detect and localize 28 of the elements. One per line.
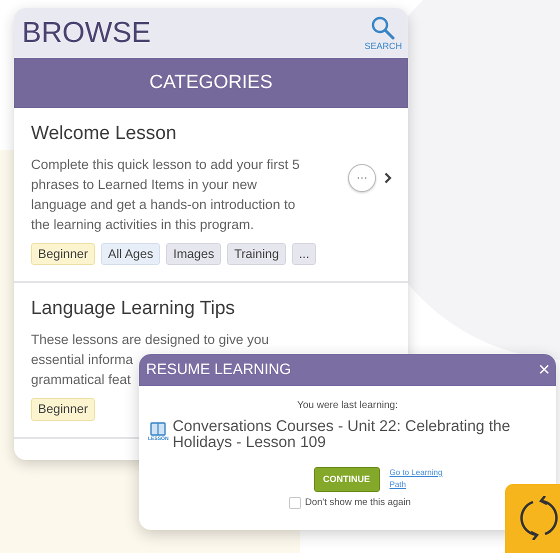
search-button[interactable]: SEARCH <box>364 16 402 50</box>
tag: All Ages <box>101 242 160 266</box>
tag: Beginner <box>31 398 96 420</box>
close-button[interactable]: × <box>538 360 550 380</box>
tag: Beginner <box>31 242 96 266</box>
lesson-title: Language Learning Tips <box>31 297 236 322</box>
more-button[interactable]: ··· <box>348 164 376 192</box>
tag: Images <box>166 242 222 266</box>
learning-path-link[interactable]: Go to Learning Path <box>390 467 452 491</box>
intro-text: You were last learning: <box>296 399 399 413</box>
continue-button[interactable]: CONTINUE <box>314 467 380 492</box>
description-line: grammatical feat <box>31 370 131 389</box>
chevron-right-icon[interactable] <box>384 172 392 184</box>
dont-show-checkbox[interactable]: Don't show me this again <box>289 496 411 510</box>
lesson-name: Conversations Courses - Unit 22: Celebrating the Holidays - Lesson 109 <box>172 419 512 451</box>
dialog-title: RESUME LEARNING <box>146 360 292 380</box>
search-icon <box>371 16 396 40</box>
tag: ... <box>292 242 316 266</box>
description-line: phrases to Learned Items in your new <box>31 176 257 194</box>
categories-tab[interactable]: CATEGORIES <box>14 58 408 108</box>
description-line: the learning activities in this program. <box>31 216 254 234</box>
description-line: language and get a hands-on introduction to <box>31 196 296 214</box>
tag: Training <box>227 242 286 266</box>
description-line: essential informa <box>31 350 134 369</box>
description-line: These lessons are designed to give you <box>31 330 269 349</box>
page-title: BROWSE <box>22 18 151 48</box>
description-line: Complete this quick lesson to add your first 5 <box>31 156 300 174</box>
lesson-title: Welcome Lesson <box>31 122 178 146</box>
